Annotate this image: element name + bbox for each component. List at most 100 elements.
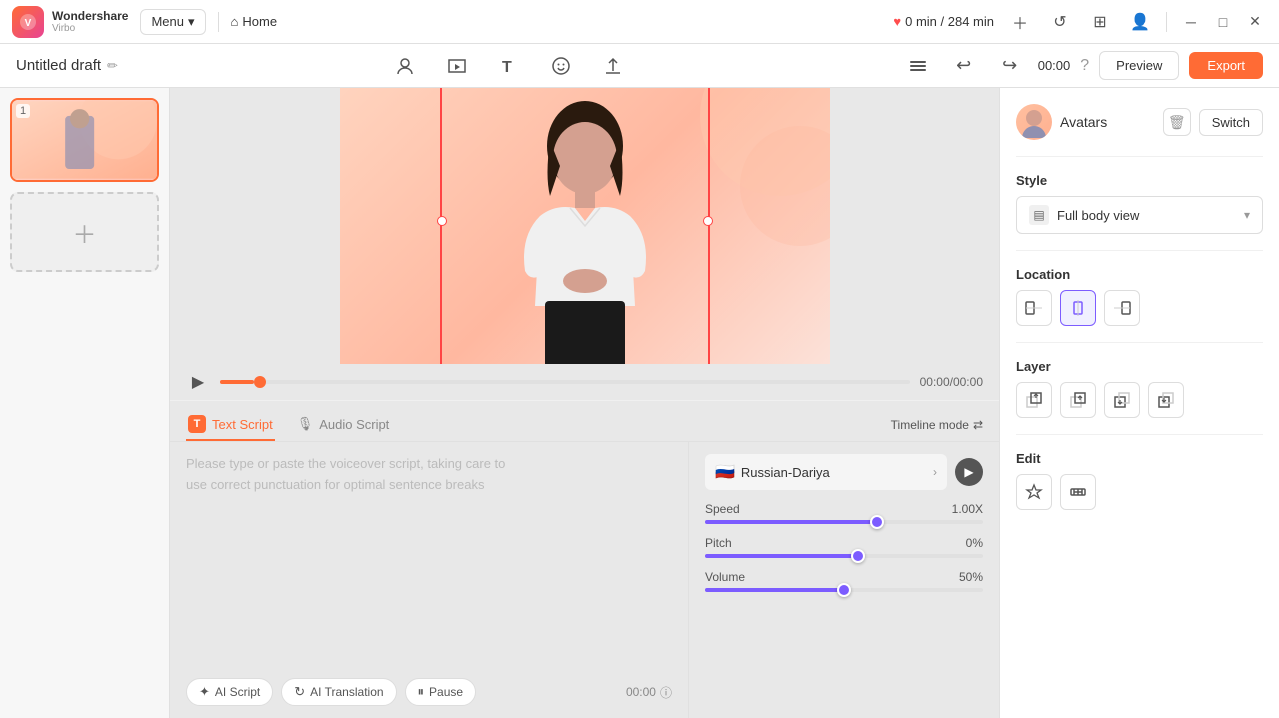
window-controls: ─ □ ✕ <box>1179 10 1267 34</box>
pitch-thumb[interactable] <box>851 549 865 563</box>
maximize-button[interactable]: □ <box>1211 10 1235 34</box>
location-grid <box>1016 290 1263 326</box>
script-content: Please type or paste the voiceover scrip… <box>170 442 999 718</box>
toolbar-center: T <box>118 48 900 84</box>
toolbar-right: ↩ ↪ 00:00 ? Preview Export <box>900 48 1263 84</box>
script-placeholder: Please type or paste the voiceover scrip… <box>186 454 672 670</box>
crop-edit-button[interactable] <box>1016 474 1052 510</box>
account-button[interactable]: 👤 <box>1126 8 1154 36</box>
volume-control: Volume 50% <box>705 570 983 592</box>
edit-title-icon[interactable]: ✏ <box>107 58 118 74</box>
audio-script-tab[interactable]: 🎙 Audio Script <box>295 410 392 440</box>
minimize-button[interactable]: ─ <box>1179 10 1203 34</box>
slide-item[interactable]: 1 <box>10 98 159 182</box>
divider1 <box>1016 156 1263 157</box>
handle-lc[interactable] <box>437 216 447 226</box>
delete-avatar-button[interactable]: 🗑 <box>1163 108 1191 136</box>
time-display: ♥ 0 min / 284 min <box>893 14 994 29</box>
export-button[interactable]: Export <box>1189 52 1263 79</box>
history-button[interactable]: ↺ <box>1046 8 1074 36</box>
align-left-button[interactable] <box>1016 290 1052 326</box>
style-icon: ▤ <box>1029 205 1049 225</box>
voice-selector[interactable]: 🇷🇺 Russian-Dariya › <box>705 454 947 490</box>
ai-script-icon: ✦ <box>199 684 210 700</box>
play-voice-button[interactable]: ▶ <box>955 458 983 486</box>
layer-section: Layer <box>1016 359 1263 418</box>
sticker-tool-button[interactable] <box>543 48 579 84</box>
top-bar: V Wondershare Virbo Menu ▾ ⌂ Home ♥ 0 mi… <box>0 0 1279 44</box>
divider <box>218 12 219 32</box>
speed-slider[interactable] <box>705 520 983 524</box>
voice-row: 🇷🇺 Russian-Dariya › ▶ <box>705 454 983 490</box>
speed-thumb[interactable] <box>870 515 884 529</box>
style-title: Style <box>1016 173 1263 188</box>
avatar-figure <box>495 88 675 364</box>
pause-icon: ⏸ <box>418 684 425 700</box>
dropdown-arrow-icon: ▾ <box>1244 208 1250 222</box>
play-button[interactable]: ▶ <box>186 370 210 394</box>
divider4 <box>1016 434 1263 435</box>
location-title: Location <box>1016 267 1263 282</box>
ai-translation-button[interactable]: ↻ AI Translation <box>281 678 396 706</box>
ai-script-button[interactable]: ✦ AI Script <box>186 678 273 706</box>
logo-area: V Wondershare Virbo <box>12 6 128 38</box>
align-center-button[interactable] <box>1060 290 1096 326</box>
preview-button[interactable]: Preview <box>1099 51 1179 80</box>
close-button[interactable]: ✕ <box>1243 10 1267 34</box>
timeline-mode-button[interactable]: Timeline mode ⇄ <box>891 418 983 432</box>
logo-text-area: Wondershare Virbo <box>52 9 128 34</box>
switch-button[interactable]: Switch <box>1199 109 1263 136</box>
align-right-button[interactable] <box>1104 290 1140 326</box>
pitch-header: Pitch 0% <box>705 536 983 550</box>
home-button[interactable]: ⌂ Home <box>231 14 278 29</box>
volume-thumb[interactable] <box>837 583 851 597</box>
right-panel: Avatars 🗑 Switch Style ▤ Full body view … <box>999 88 1279 718</box>
heart-icon: ♥ <box>893 14 901 29</box>
script-time-display: 00:00 ⓘ <box>626 684 672 701</box>
send-to-back-button[interactable] <box>1148 382 1184 418</box>
redo-button[interactable]: ↪ <box>992 48 1028 84</box>
effects-edit-button[interactable] <box>1060 474 1096 510</box>
progress-dot[interactable] <box>254 376 266 388</box>
logo-line1: Wondershare <box>52 9 128 23</box>
help-icon[interactable]: ? <box>1080 57 1089 75</box>
audio-controls: 🇷🇺 Russian-Dariya › ▶ Speed 1.00X <box>689 442 999 718</box>
svg-text:T: T <box>502 59 512 76</box>
grid-view-button[interactable]: ⊞ <box>1086 8 1114 36</box>
layer-title: Layer <box>1016 359 1263 374</box>
layer-controls <box>1016 382 1263 418</box>
menu-button[interactable]: Menu ▾ <box>140 9 205 35</box>
draft-title: Untitled draft ✏ <box>16 57 118 74</box>
ai-translation-icon: ↻ <box>294 684 305 700</box>
main-layout: 1 ＋ <box>0 88 1279 718</box>
bring-forward-button[interactable] <box>1060 382 1096 418</box>
speed-fill <box>705 520 877 524</box>
bring-to-front-button[interactable] <box>1016 382 1052 418</box>
style-dropdown[interactable]: ▤ Full body view ▾ <box>1016 196 1263 234</box>
avatar-thumbnail <box>1016 104 1052 140</box>
add-slide-button[interactable]: ＋ <box>10 192 159 272</box>
voice-chevron-icon: › <box>933 465 937 479</box>
pitch-control: Pitch 0% <box>705 536 983 558</box>
media-tool-button[interactable] <box>439 48 475 84</box>
progress-fill <box>220 380 254 384</box>
add-button[interactable]: ＋ <box>1006 8 1034 36</box>
undo-button[interactable]: ↩ <box>946 48 982 84</box>
playback-bar: ▶ 00:00/00:00 <box>170 364 999 401</box>
send-backward-button[interactable] <box>1104 382 1140 418</box>
script-actions: ✦ AI Script ↻ AI Translation ⏸ Pause 00:… <box>186 670 672 706</box>
text-script-icon: T <box>188 415 206 433</box>
divider3 <box>1016 342 1263 343</box>
upload-tool-button[interactable] <box>595 48 631 84</box>
volume-header: Volume 50% <box>705 570 983 584</box>
avatar-tool-button[interactable] <box>387 48 423 84</box>
top-bar-right: ♥ 0 min / 284 min ＋ ↺ ⊞ 👤 ─ □ ✕ <box>893 8 1267 36</box>
settings-button[interactable] <box>900 48 936 84</box>
pitch-slider[interactable] <box>705 554 983 558</box>
text-script-tab[interactable]: T Text Script <box>186 409 275 441</box>
volume-slider[interactable] <box>705 588 983 592</box>
progress-track[interactable] <box>220 380 910 384</box>
text-tool-button[interactable]: T <box>491 48 527 84</box>
timestamp-display: 00:00 <box>1038 58 1071 73</box>
pause-button[interactable]: ⏸ Pause <box>405 678 477 706</box>
